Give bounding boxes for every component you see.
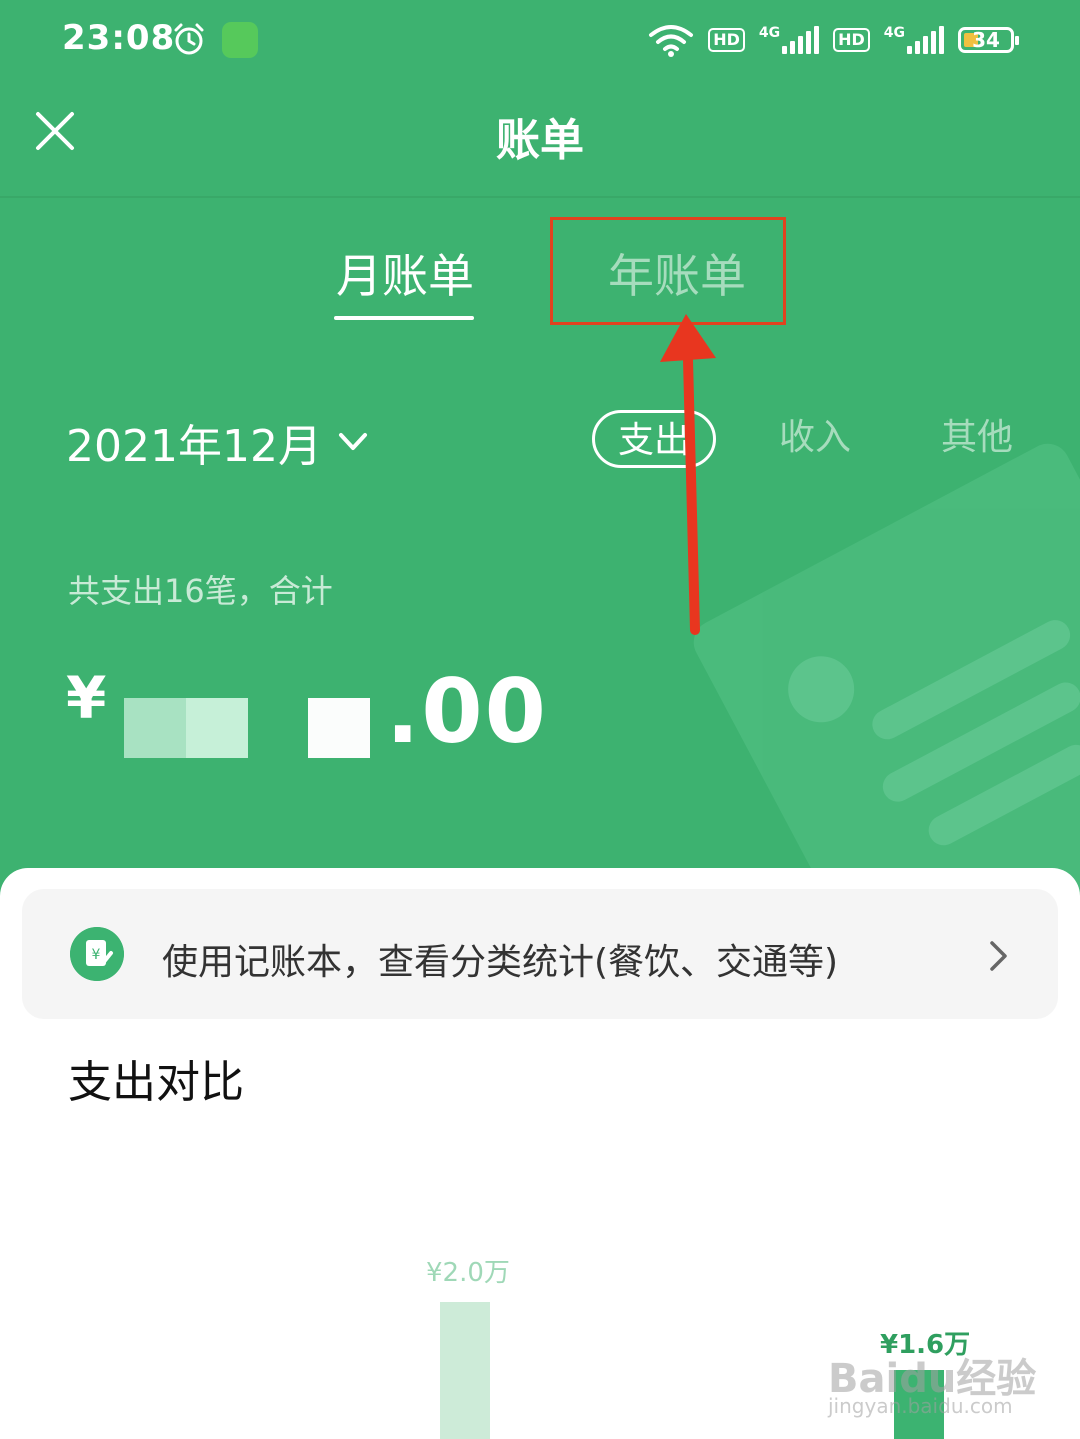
wifi-icon — [649, 25, 694, 57]
status-bar: 23:08 HD 4G HD 4G 34 — [0, 0, 1080, 80]
month-picker-label: 2021年12月 — [66, 421, 322, 472]
redaction-mask — [124, 698, 248, 758]
bottom-sheet: ¥ 使用记账本，查看分类统计(餐饮、交通等) 支出对比 ¥2.0万 ¥1.6万 … — [0, 868, 1080, 1439]
amount-decimals: .00 — [386, 660, 548, 763]
chart-bar[interactable] — [440, 1302, 490, 1439]
hd-badge: HD — [708, 28, 745, 52]
header-background: 23:08 HD 4G HD 4G 34 账单 月账单 年账单 2021年12月… — [0, 0, 1080, 900]
battery-icon: 34 — [958, 27, 1019, 53]
segment-other[interactable]: 其他 — [932, 410, 1022, 468]
promo-text: 使用记账本，查看分类统计(餐饮、交通等) — [162, 942, 839, 983]
currency-symbol: ¥ — [66, 664, 107, 732]
segment-income[interactable]: 收入 — [770, 410, 860, 468]
page-title: 账单 — [496, 115, 584, 166]
month-picker[interactable]: 2021年12月 — [66, 410, 368, 474]
active-tab-indicator — [334, 316, 474, 320]
signal-icon: 4G — [884, 26, 944, 54]
watermark-url: jingyan.baidu.com — [828, 1394, 1013, 1418]
app-notification-icon — [222, 22, 258, 58]
alarm-icon — [174, 23, 204, 55]
annotation-arrow — [660, 314, 716, 635]
status-time: 23:08 — [62, 18, 176, 58]
svg-text:¥: ¥ — [92, 947, 101, 963]
comparison-title: 支出对比 — [68, 1057, 244, 1108]
chevron-right-icon — [990, 941, 1007, 971]
ledger-icon: ¥ — [70, 927, 124, 981]
hd-badge: HD — [833, 28, 870, 52]
tab-monthly-bill[interactable]: 月账单 — [336, 240, 474, 306]
bar-value-label: ¥2.0万 — [426, 1258, 510, 1288]
signal-icon: 4G — [759, 26, 820, 54]
expense-summary: 共支出16笔，合计 — [68, 572, 333, 610]
ledger-promo-card[interactable]: ¥ 使用记账本，查看分类统计(餐饮、交通等) — [22, 889, 1058, 1019]
chevron-down-icon — [338, 433, 367, 450]
redaction-mask — [308, 698, 370, 758]
